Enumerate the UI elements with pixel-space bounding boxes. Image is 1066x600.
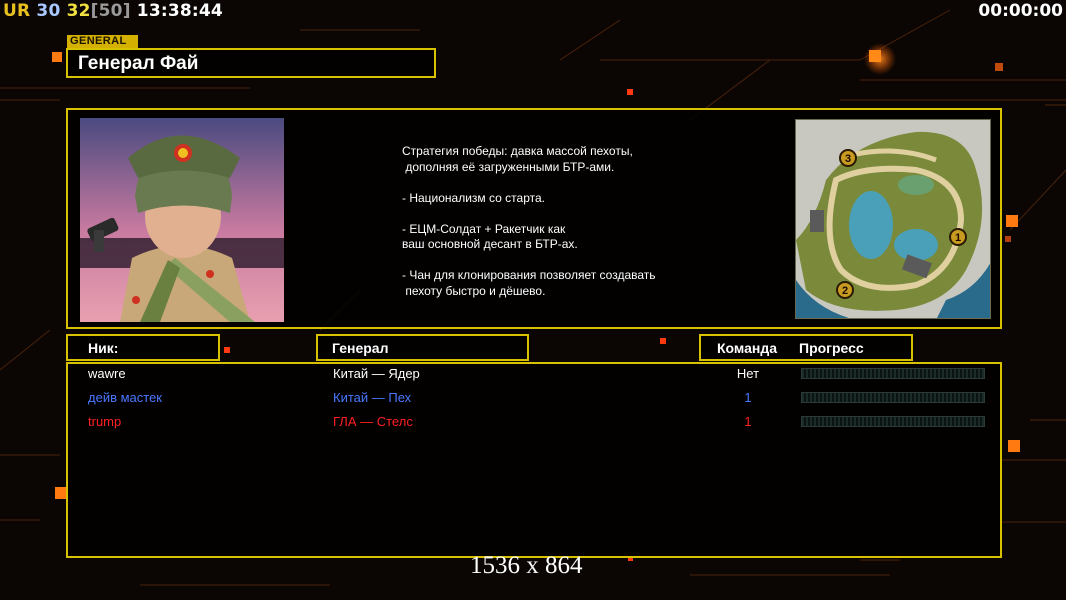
- column-general-label: Генерал: [332, 340, 389, 356]
- general-description: Стратегия победы: давка массой пехоты, д…: [402, 144, 656, 298]
- player-progress-bar: [801, 392, 985, 403]
- spawn-marker-label: 3: [845, 153, 851, 165]
- hud-value-b: 32: [66, 1, 91, 21]
- player-general: ГЛА — Стелс: [333, 414, 413, 429]
- spawn-marker-label: 1: [955, 232, 961, 244]
- player-row[interactable]: trump ГЛА — Стелс 1: [68, 412, 1004, 434]
- column-team-label: Команда: [717, 340, 777, 356]
- player-team: 1: [744, 414, 752, 429]
- hud-value-a: 30: [36, 1, 61, 21]
- player-team: Нет: [736, 366, 760, 381]
- general-title-box: Генерал Фай: [66, 48, 436, 78]
- map-preview[interactable]: 1 2 3: [795, 119, 991, 319]
- player-general: Китай — Ядер: [333, 366, 420, 381]
- general-portrait: [80, 118, 284, 322]
- hud-stats: UR 30 32[50] 13:38:44: [3, 1, 223, 21]
- player-progress-bar: [801, 416, 985, 427]
- player-nick: wawre: [88, 366, 126, 381]
- player-row[interactable]: wawre Китай — Ядер Нет: [68, 364, 1004, 386]
- general-info-panel: Стратегия победы: давка массой пехоты, д…: [66, 108, 1002, 329]
- player-row[interactable]: дейв мастек Китай — Пех 1: [68, 388, 1004, 410]
- column-nick-label: Ник:: [88, 340, 119, 356]
- player-progress-bar: [801, 368, 985, 379]
- resolution-label: 1536 x 864: [470, 552, 583, 579]
- player-list: wawre Китай — Ядер Нет дейв мастек Китай…: [66, 362, 1002, 558]
- hud-value-c: [50]: [90, 1, 131, 21]
- column-header-general[interactable]: Генерал: [316, 334, 529, 361]
- hud-clock: 13:38:44: [136, 1, 223, 21]
- player-nick: дейв мастек: [88, 390, 162, 405]
- column-header-team-progress[interactable]: Команда Прогресс: [699, 334, 913, 361]
- player-nick: trump: [88, 414, 122, 429]
- player-team: 1: [744, 390, 752, 405]
- player-general: Китай — Пех: [333, 390, 412, 405]
- hud-timer: 00:00:00: [978, 1, 1063, 21]
- column-progress-label: Прогресс: [799, 340, 864, 356]
- general-name: Генерал Фай: [78, 53, 199, 74]
- hud-tag: UR: [3, 1, 31, 21]
- spawn-marker-label: 2: [842, 285, 848, 297]
- general-tag: GENERAL: [67, 35, 138, 48]
- column-header-nick[interactable]: Ник:: [66, 334, 220, 361]
